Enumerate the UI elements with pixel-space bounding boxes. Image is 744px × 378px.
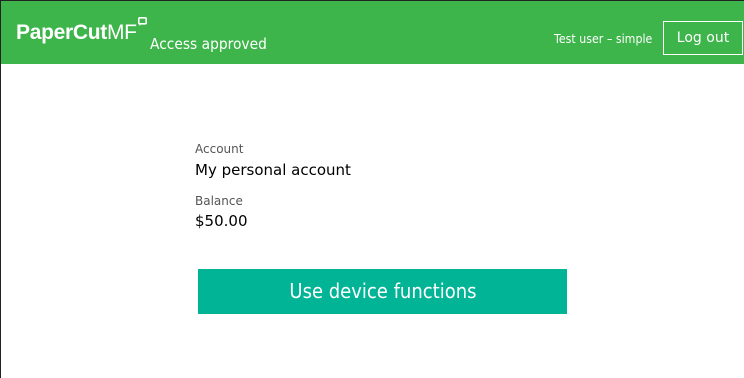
account-label: Account [195, 142, 244, 156]
access-status: Access approved [150, 35, 267, 53]
logo-brand: PaperCut [16, 21, 107, 44]
device-screen: PaperCutMF Access approved Test user – s… [0, 0, 744, 378]
logo-text: PaperCutMF [16, 21, 137, 45]
logo-product: MF [106, 21, 137, 44]
papercut-logo: PaperCutMF [16, 17, 147, 51]
balance-label: Balance [195, 194, 243, 208]
logout-button[interactable]: Log out [663, 21, 743, 55]
top-bar: PaperCutMF Access approved Test user – s… [1, 1, 744, 64]
balance-value: $50.00 [195, 212, 248, 230]
user-name: Test user – simple [554, 32, 653, 46]
use-device-functions-button[interactable]: Use device functions [198, 269, 567, 314]
use-device-functions-label: Use device functions [288, 279, 477, 303]
account-value: My personal account [195, 161, 351, 179]
logo-speech-icon [137, 17, 147, 26]
